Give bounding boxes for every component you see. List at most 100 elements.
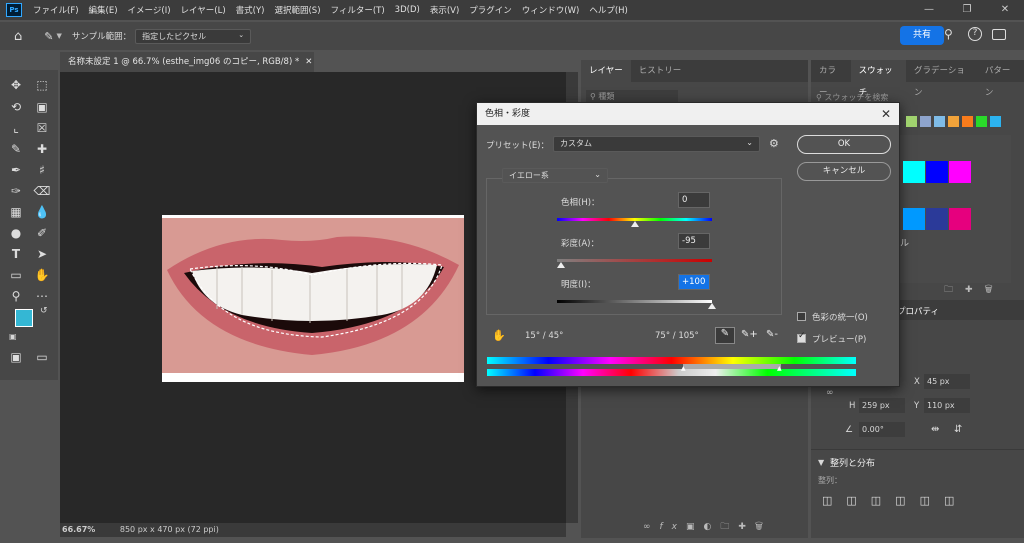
- range-handle-right[interactable]: ▲: [777, 365, 782, 372]
- menu-3d[interactable]: 3D(D): [390, 5, 425, 15]
- close-icon[interactable]: ✕: [881, 103, 891, 125]
- screen-mode-icon[interactable]: ▭: [31, 348, 53, 366]
- y-position-field[interactable]: 110 px: [924, 398, 970, 413]
- swatch-recent[interactable]: [920, 116, 931, 127]
- eyedropper-icon[interactable]: ✎: [5, 140, 27, 158]
- home-icon[interactable]: ⌂: [14, 29, 22, 44]
- swatch-color[interactable]: [949, 208, 971, 230]
- preset-options-gear-icon[interactable]: ⚙: [769, 137, 779, 150]
- pen-tool-icon[interactable]: ✐: [31, 224, 53, 242]
- menu-edit[interactable]: 編集(E): [84, 4, 123, 16]
- eyedropper-tool-icon[interactable]: ✎: [44, 30, 53, 43]
- range-slider-bar[interactable]: [683, 364, 781, 369]
- minimize-icon[interactable]: —: [910, 0, 948, 20]
- menu-type[interactable]: 書式(Y): [231, 4, 270, 16]
- lasso-tool-icon[interactable]: ⟲: [5, 98, 27, 116]
- hand-tool-icon[interactable]: ✋: [31, 266, 53, 284]
- search-icon[interactable]: ⚲: [944, 27, 953, 41]
- angle-field[interactable]: 0.00°: [859, 422, 905, 437]
- flip-vertical-icon[interactable]: ⇵: [954, 424, 962, 435]
- menu-window[interactable]: ウィンドウ(W): [517, 4, 585, 16]
- document-tab[interactable]: 名称未設定 1 @ 66.7% (esthe_img06 のコピー, RGB/8…: [60, 52, 314, 72]
- channel-select[interactable]: イエロー系 ⌄: [502, 168, 608, 183]
- menu-layer[interactable]: レイヤー(L): [176, 4, 231, 16]
- tab-properties[interactable]: プロパティ: [897, 305, 939, 317]
- clone-stamp-icon[interactable]: ♯: [31, 161, 53, 179]
- more-tools-icon[interactable]: ⋯: [31, 287, 53, 305]
- healing-brush-icon[interactable]: ✚: [31, 140, 53, 158]
- swatch-recent[interactable]: [962, 116, 973, 127]
- share-button[interactable]: 共有: [900, 26, 944, 45]
- lightness-slider-thumb[interactable]: [708, 303, 716, 309]
- type-tool-icon[interactable]: T: [5, 245, 27, 263]
- swatch-color[interactable]: [903, 161, 925, 183]
- dodge-tool-icon[interactable]: ●: [5, 224, 27, 242]
- path-select-icon[interactable]: ➤: [31, 245, 53, 263]
- saturation-input[interactable]: -95: [678, 233, 710, 249]
- swap-colors-icon[interactable]: ↺: [40, 306, 48, 316]
- menu-filter[interactable]: フィルター(T): [326, 4, 390, 16]
- menu-view[interactable]: 表示(V): [425, 4, 464, 16]
- eraser-tool-icon[interactable]: ⌫: [31, 182, 53, 200]
- default-colors-icon[interactable]: ▣: [9, 332, 17, 341]
- saturation-slider-thumb[interactable]: [556, 262, 565, 268]
- frame-tool-icon[interactable]: ☒: [31, 119, 53, 137]
- menu-help[interactable]: ヘルプ(H): [584, 4, 633, 16]
- history-brush-icon[interactable]: ✑: [5, 182, 27, 200]
- cancel-button[interactable]: キャンセル: [797, 162, 891, 181]
- saturation-slider-track[interactable]: [557, 259, 712, 262]
- preset-select[interactable]: カスタム ⌄: [553, 136, 760, 152]
- zoom-level[interactable]: 66.67%: [62, 525, 95, 534]
- help-icon[interactable]: ?: [968, 27, 982, 41]
- restore-icon[interactable]: ❐: [948, 0, 986, 20]
- x-position-field[interactable]: 45 px: [924, 374, 970, 389]
- object-select-tool-icon[interactable]: ▣: [31, 98, 53, 116]
- close-window-icon[interactable]: ✕: [986, 0, 1024, 20]
- gradient-tool-icon[interactable]: ▦: [5, 203, 27, 221]
- zoom-tool-icon[interactable]: ⚲: [5, 287, 27, 305]
- blur-tool-icon[interactable]: 💧: [31, 203, 53, 221]
- swatch-color[interactable]: [903, 208, 925, 230]
- brush-tool-icon[interactable]: ✒: [5, 161, 27, 179]
- quick-mask-icon[interactable]: ▣: [5, 348, 27, 366]
- eyedropper-add-icon[interactable]: ✎+: [741, 329, 758, 340]
- swatch-recent[interactable]: [976, 116, 987, 127]
- swatch-color[interactable]: [926, 161, 948, 183]
- swatch-recent[interactable]: [934, 116, 945, 127]
- tab-swatches[interactable]: スウォッチ: [850, 60, 906, 98]
- chevron-down-icon[interactable]: ▼: [56, 32, 61, 40]
- range-handle-left[interactable]: ▲: [681, 365, 686, 372]
- lightness-slider-track[interactable]: [557, 300, 712, 303]
- menu-select[interactable]: 選択範囲(S): [269, 4, 325, 16]
- workspace-icon[interactable]: [992, 29, 1006, 40]
- swatch-recent[interactable]: [990, 116, 1001, 127]
- lightness-input[interactable]: +100: [678, 274, 710, 290]
- crop-tool-icon[interactable]: ⌞: [5, 119, 27, 137]
- height-field[interactable]: 259 px: [859, 398, 905, 413]
- swatch-recent[interactable]: [948, 116, 959, 127]
- tab-gradients[interactable]: グラデーション: [906, 60, 977, 98]
- marquee-tool-icon[interactable]: ⬚: [31, 76, 53, 94]
- ok-button[interactable]: OK: [797, 135, 891, 154]
- menu-plugins[interactable]: プラグイン: [464, 4, 517, 16]
- hue-slider-thumb[interactable]: [630, 221, 639, 227]
- tab-layers[interactable]: レイヤー: [581, 60, 631, 82]
- align-section-chevron-icon[interactable]: ▼: [818, 458, 824, 467]
- link-dimensions-icon[interactable]: ∞: [826, 388, 834, 398]
- move-tool-icon[interactable]: ✥: [5, 76, 27, 94]
- menu-image[interactable]: イメージ(I): [123, 4, 176, 16]
- eyedropper-subtract-icon[interactable]: ✎-: [766, 329, 778, 340]
- swatch-color[interactable]: [926, 208, 948, 230]
- colorize-checkbox[interactable]: [797, 312, 806, 321]
- sample-size-select[interactable]: 指定したピクセル ⌄: [135, 28, 252, 44]
- menu-file[interactable]: ファイル(F): [28, 4, 84, 16]
- shape-tool-icon[interactable]: ▭: [5, 266, 27, 284]
- swatch-color[interactable]: [949, 161, 971, 183]
- swatch-recent[interactable]: [906, 116, 917, 127]
- tab-history[interactable]: ヒストリー: [631, 60, 690, 82]
- close-tab-icon[interactable]: ✕: [305, 57, 312, 67]
- flip-horizontal-icon[interactable]: ⇹: [931, 424, 939, 435]
- tab-color[interactable]: カラー: [811, 60, 851, 98]
- targeted-adjustment-hand-icon[interactable]: ✋: [492, 329, 506, 342]
- eyedropper-icon[interactable]: ✎: [715, 327, 735, 344]
